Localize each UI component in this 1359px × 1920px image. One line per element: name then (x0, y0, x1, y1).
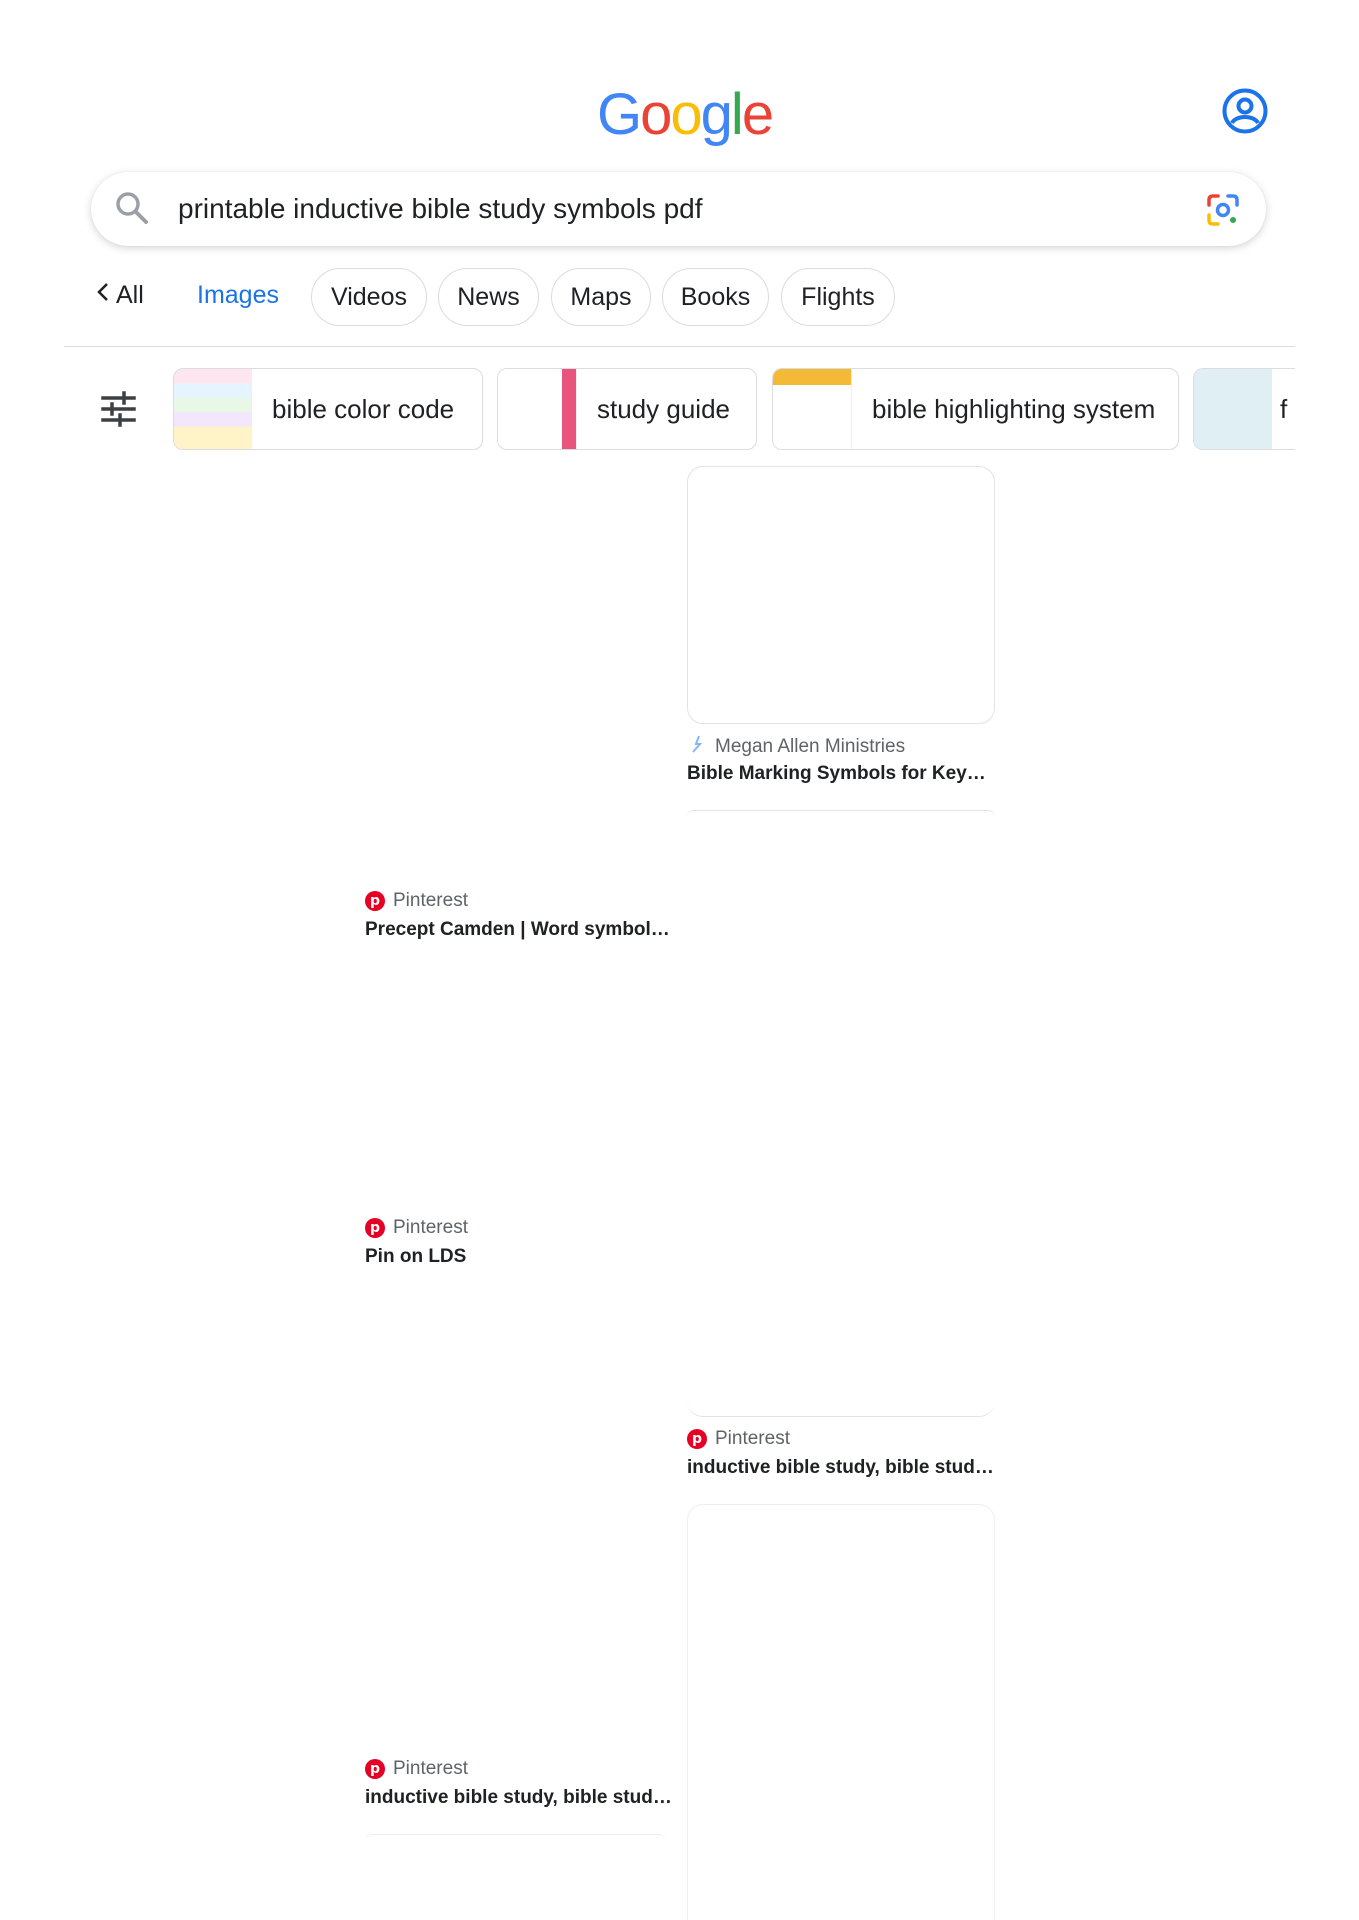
divider (64, 346, 1295, 347)
result-title[interactable]: Bible Marking Symbols for Key… (687, 763, 986, 785)
pinterest-icon: p (365, 891, 385, 911)
refinement-chip-label: bible highlighting system (872, 393, 1156, 424)
result-source[interactable]: p Pinterest (687, 1428, 790, 1450)
refinement-chip-bible-highlighting-system[interactable]: bible highlighting system (772, 368, 1179, 450)
logo-letter: e (741, 82, 774, 147)
result-source[interactable]: p Pinterest (365, 890, 468, 912)
tab-all-label: All (116, 281, 144, 309)
result-image[interactable] (687, 1400, 995, 1417)
tab-maps[interactable]: Maps (551, 268, 651, 326)
logo-letter: l (730, 82, 744, 147)
logo-letter: g (700, 82, 733, 147)
tab-news[interactable]: News (438, 268, 539, 326)
tab-books[interactable]: Books (662, 268, 769, 326)
logo-letter: o (670, 82, 702, 147)
chip-thumbnail (773, 369, 852, 449)
chip-thumbnail (498, 369, 577, 449)
refinement-chip-label: bible color code (272, 393, 455, 424)
chip-thumbnail (1194, 369, 1272, 449)
refinement-chip-more[interactable]: f (1193, 368, 1295, 450)
refinement-chip-bible-color-code[interactable]: bible color code (173, 368, 483, 450)
result-source[interactable]: p Pinterest (365, 1217, 468, 1239)
result-title[interactable]: inductive bible study, bible stud… (687, 1457, 994, 1479)
result-source-name: Pinterest (393, 1758, 468, 1779)
result-source-name: Pinterest (393, 890, 468, 911)
refinement-chip-label: f (1280, 393, 1288, 424)
result-source[interactable]: Megan Allen Ministries (687, 734, 905, 760)
search-input[interactable]: printable inductive bible study symbols … (178, 193, 703, 225)
result-title[interactable]: inductive bible study, bible stud… (365, 1787, 672, 1809)
chip-thumbnail (174, 369, 252, 449)
result-image[interactable] (687, 466, 995, 724)
tab-videos[interactable]: Videos (311, 268, 427, 326)
tab-flights[interactable]: Flights (781, 268, 895, 326)
tab-all[interactable]: All (96, 281, 144, 310)
google-lens-icon[interactable] (1206, 193, 1240, 227)
pinterest-icon: p (365, 1218, 385, 1238)
refinement-chip-label: study guide (597, 393, 730, 424)
result-image[interactable] (687, 1504, 995, 1920)
result-image[interactable] (365, 1834, 665, 1841)
result-source-name: Megan Allen Ministries (715, 736, 906, 757)
tab-images[interactable]: Images (197, 281, 279, 310)
tune-icon[interactable] (100, 390, 138, 428)
pinterest-icon: p (687, 1429, 707, 1449)
logo-letter: G (597, 82, 642, 147)
chevron-left-icon (96, 281, 110, 310)
google-logo[interactable]: Google (597, 82, 774, 147)
result-source-name: Pinterest (393, 1217, 468, 1238)
pinterest-icon: p (365, 1759, 385, 1779)
refinement-chip-study-guide[interactable]: study guide (497, 368, 757, 450)
logo-letter: o (640, 82, 672, 147)
search-icon[interactable] (114, 190, 150, 226)
result-title[interactable]: Precept Camden | Word symbol… (365, 919, 670, 941)
account-icon[interactable] (1222, 88, 1268, 134)
result-image[interactable] (687, 810, 995, 817)
result-title[interactable]: Pin on LDS (365, 1246, 466, 1268)
sparkle-icon (687, 734, 707, 760)
result-source[interactable]: p Pinterest (365, 1758, 468, 1780)
result-source-name: Pinterest (715, 1428, 790, 1449)
